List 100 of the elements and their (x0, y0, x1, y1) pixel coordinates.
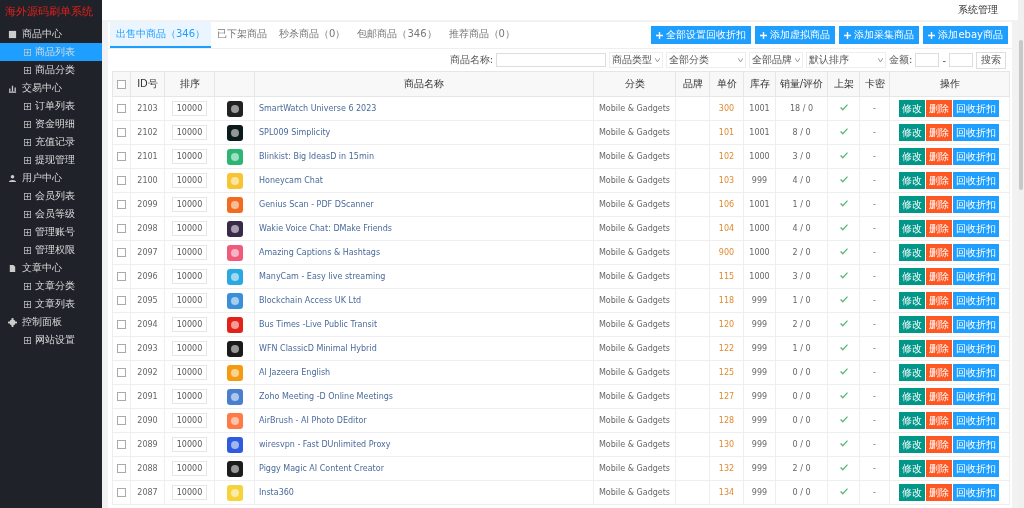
product-name[interactable]: SmartWatch Universe 6 2023 (254, 96, 594, 121)
checkbox[interactable] (117, 344, 126, 353)
checkbox[interactable] (117, 464, 126, 473)
discount-button[interactable]: 回收折扣 (953, 292, 999, 309)
add-button[interactable]: 添加虚拟商品 (755, 26, 836, 44)
sort-field[interactable]: 10000 (171, 101, 208, 116)
product-name[interactable]: Piggy Magic AI Content Creator (254, 456, 594, 481)
sort-field[interactable]: 10000 (171, 221, 208, 236)
checkbox[interactable] (117, 176, 126, 185)
sidebar-item[interactable]: 订单列表 (0, 97, 102, 115)
checkbox[interactable] (117, 80, 126, 89)
delete-button[interactable]: 删除 (926, 340, 952, 357)
sort-field[interactable]: 10000 (171, 293, 208, 308)
tab[interactable]: 已下架商品 (211, 22, 274, 48)
discount-button[interactable]: 回收折扣 (953, 436, 999, 453)
edit-button[interactable]: 修改 (899, 460, 925, 477)
name-field[interactable] (496, 53, 606, 67)
sort-field[interactable]: 10000 (171, 485, 208, 500)
checkbox[interactable] (117, 224, 126, 233)
filter-select[interactable]: 全部品牌 (749, 52, 803, 68)
search-button[interactable]: 搜索 (976, 51, 1006, 69)
product-name[interactable]: Amazing Captions & Hashtags (254, 240, 594, 265)
delete-button[interactable]: 删除 (926, 148, 952, 165)
sort-field[interactable]: 10000 (171, 269, 208, 284)
sort-field[interactable]: 10000 (171, 149, 208, 164)
checkbox[interactable] (117, 152, 126, 161)
edit-button[interactable]: 修改 (899, 316, 925, 333)
sidebar-group[interactable]: 控制面板 (0, 313, 102, 331)
discount-button[interactable]: 回收折扣 (953, 316, 999, 333)
product-name[interactable]: AirBrush - AI Photo DEditor (254, 408, 594, 433)
delete-button[interactable]: 删除 (926, 436, 952, 453)
checkbox[interactable] (117, 392, 126, 401)
sidebar-item[interactable]: 会员等级 (0, 205, 102, 223)
sort-field[interactable]: 10000 (171, 341, 208, 356)
sort-field[interactable]: 10000 (171, 245, 208, 260)
sidebar-group[interactable]: 商品中心 (0, 25, 102, 43)
delete-button[interactable]: 删除 (926, 268, 952, 285)
delete-button[interactable]: 删除 (926, 220, 952, 237)
add-button[interactable]: 添加ebay商品 (923, 26, 1008, 44)
sidebar-item[interactable]: 会员列表 (0, 187, 102, 205)
tab[interactable]: 出售中商品（346） (110, 22, 212, 48)
tab[interactable]: 秒杀商品（0） (273, 22, 352, 48)
sidebar-item[interactable]: 提现管理 (0, 151, 102, 169)
edit-button[interactable]: 修改 (899, 412, 925, 429)
sidebar-item[interactable]: 商品分类 (0, 61, 102, 79)
checkbox[interactable] (117, 248, 126, 257)
edit-button[interactable]: 修改 (899, 124, 925, 141)
edit-button[interactable]: 修改 (899, 268, 925, 285)
checkbox[interactable] (117, 416, 126, 425)
edit-button[interactable]: 修改 (899, 484, 925, 501)
delete-button[interactable]: 删除 (926, 484, 952, 501)
discount-button[interactable]: 回收折扣 (953, 460, 999, 477)
tab[interactable]: 推荐商品（0） (442, 22, 521, 48)
discount-button[interactable]: 回收折扣 (953, 268, 999, 285)
sidebar-item[interactable]: 网站设置 (0, 331, 102, 349)
edit-button[interactable]: 修改 (899, 172, 925, 189)
discount-button[interactable]: 回收折扣 (953, 484, 999, 501)
user-menu[interactable]: 系统管理 (958, 3, 998, 17)
add-button[interactable]: 全部设置回收折扣 (651, 26, 752, 44)
product-name[interactable]: SPL009 Simplicity (254, 120, 594, 145)
sort-field[interactable]: 10000 (171, 413, 208, 428)
delete-button[interactable]: 删除 (926, 388, 952, 405)
filter-select[interactable]: 默认排序 (806, 52, 886, 68)
edit-button[interactable]: 修改 (899, 100, 925, 117)
discount-button[interactable]: 回收折扣 (953, 100, 999, 117)
product-name[interactable]: Bus Times -Live Public Transit (254, 312, 594, 337)
product-name[interactable]: Blockchain Access UK Ltd (254, 288, 594, 313)
product-name[interactable]: Al Jazeera English (254, 360, 594, 385)
edit-button[interactable]: 修改 (899, 148, 925, 165)
filter-select[interactable]: 商品类型 (609, 52, 663, 68)
discount-button[interactable]: 回收折扣 (953, 412, 999, 429)
checkbox[interactable] (117, 200, 126, 209)
edit-button[interactable]: 修改 (899, 220, 925, 237)
discount-button[interactable]: 回收折扣 (953, 220, 999, 237)
delete-button[interactable]: 删除 (926, 364, 952, 381)
discount-button[interactable]: 回收折扣 (953, 340, 999, 357)
sort-field[interactable]: 10000 (171, 125, 208, 140)
edit-button[interactable]: 修改 (899, 388, 925, 405)
sidebar-item[interactable]: 文章分类 (0, 277, 102, 295)
product-name[interactable]: wiresvpn - Fast DUnlimited Proxy (254, 432, 594, 457)
sort-field[interactable]: 10000 (171, 389, 208, 404)
delete-button[interactable]: 删除 (926, 412, 952, 429)
edit-button[interactable]: 修改 (899, 436, 925, 453)
discount-button[interactable]: 回收折扣 (953, 364, 999, 381)
sort-field[interactable]: 10000 (171, 461, 208, 476)
checkbox[interactable] (117, 104, 126, 113)
price-field[interactable] (949, 53, 973, 67)
delete-button[interactable]: 删除 (926, 172, 952, 189)
discount-button[interactable]: 回收折扣 (953, 124, 999, 141)
checkbox[interactable] (117, 368, 126, 377)
product-name[interactable]: Blinkist: Big IdeasD in 15min (254, 144, 594, 169)
edit-button[interactable]: 修改 (899, 340, 925, 357)
sidebar-item[interactable]: 管理账号 (0, 223, 102, 241)
product-name[interactable]: Honeycam Chat (254, 168, 594, 193)
filter-select[interactable]: 全部分类 (666, 52, 746, 68)
checkbox[interactable] (117, 440, 126, 449)
product-name[interactable]: ManyCam - Easy live streaming (254, 264, 594, 289)
product-name[interactable]: Wakie Voice Chat: DMake Friends (254, 216, 594, 241)
product-name[interactable]: Insta360 (254, 480, 594, 505)
sidebar-item[interactable]: 资金明细 (0, 115, 102, 133)
